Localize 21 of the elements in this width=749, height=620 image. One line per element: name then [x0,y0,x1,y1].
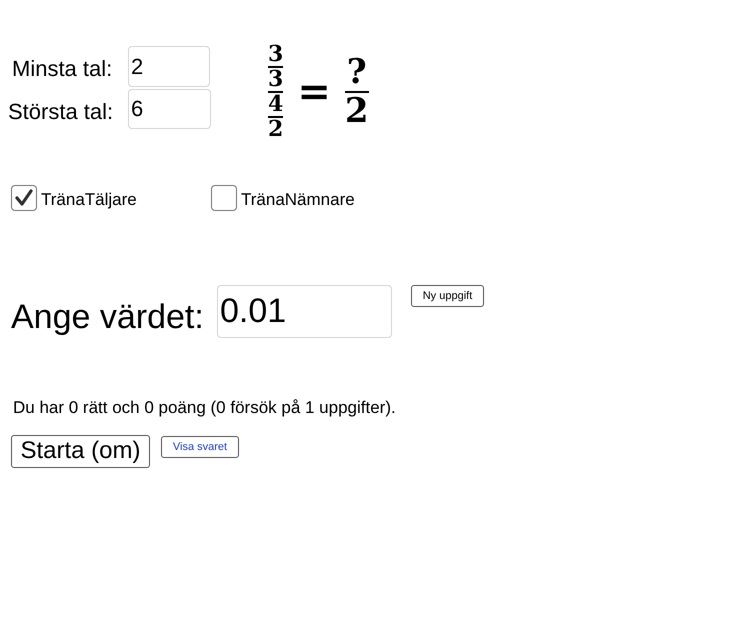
field-label: Minsta tal: [12,55,112,83]
denominator: 2 [344,93,368,131]
checkbox[interactable] [11,185,37,211]
denominator: 3 [268,68,284,92]
equals-sign: = [297,67,331,118]
answer-field[interactable]: 0.01 [217,285,392,338]
checkbox-label: TränaNämnare [241,189,355,211]
numerator: 3 [268,43,284,66]
restart-button[interactable]: Starta (om) [11,435,150,468]
new-task-button[interactable]: Ny uppgift [411,285,484,307]
checkbox[interactable] [211,185,237,211]
number-field[interactable]: 6 [128,89,211,129]
answer-label: Ange värdet: [11,297,204,338]
checkbox-label: TränaTäljare [41,189,137,211]
numerator: 4 [268,93,284,116]
field-label: Största tal: [8,98,114,126]
numerator: ? [346,54,367,92]
number-field[interactable]: 2 [128,46,210,87]
score-text: Du har 0 rätt och 0 poäng (0 försök på 1 uppgifter). [13,397,396,419]
denominator: 2 [268,118,284,142]
show-answer-button[interactable]: Visa svaret [161,436,239,458]
